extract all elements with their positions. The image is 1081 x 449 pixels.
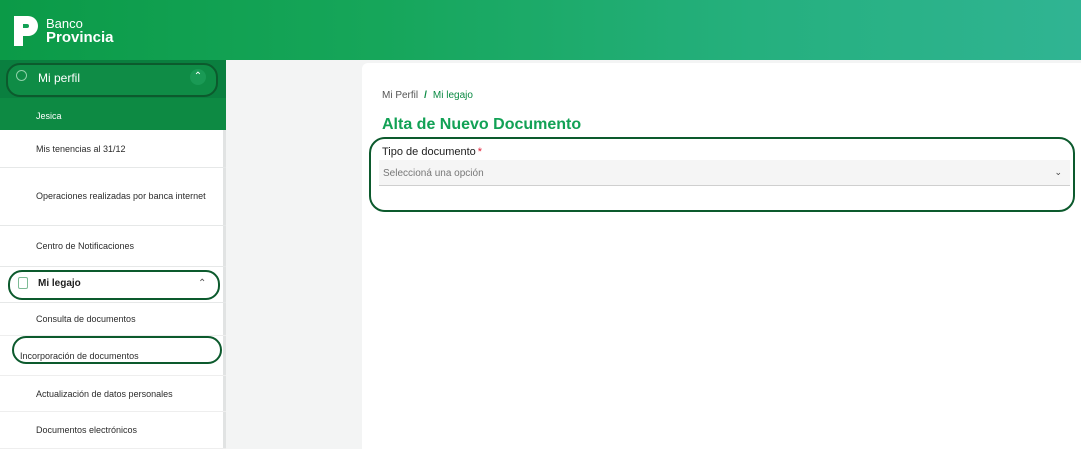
top-header: Banco Provincia xyxy=(0,0,1081,60)
sidebar-item-notificaciones[interactable]: Centro de Notificaciones xyxy=(0,226,226,267)
bank-logo-text: Banco Provincia xyxy=(46,17,114,46)
main-card: Mi Perfil / Mi legajo Alta de Nuevo Docume… xyxy=(362,63,1081,449)
page-title: Alta de Nuevo Documento xyxy=(382,116,582,133)
select-placeholder: Seleccioná una opción xyxy=(383,168,484,179)
bank-logo-icon xyxy=(14,16,38,46)
profile-icon xyxy=(16,70,27,81)
breadcrumb-current[interactable]: Mi legajo xyxy=(433,90,473,101)
breadcrumb-root[interactable]: Mi Perfil xyxy=(382,90,418,101)
brand-line2: Provincia xyxy=(46,29,114,46)
document-type-select[interactable]: Seleccioná una opción ⌄ xyxy=(379,160,1070,186)
sidebar: Mi perfil ⌃ Jesica Mis tenencias al 31/1… xyxy=(0,60,226,449)
sidebar-item-profile[interactable]: Mi perfil ⌃ xyxy=(0,60,226,98)
required-mark: * xyxy=(477,146,483,158)
sidebar-item-tenencias[interactable]: Mis tenencias al 31/12 xyxy=(0,130,226,168)
chevron-down-icon: ⌄ xyxy=(1054,167,1062,177)
sidebar-item-legajo-label: Mi legajo xyxy=(38,278,81,289)
sidebar-item-operaciones[interactable]: Operaciones realizadas por banca interne… xyxy=(0,168,226,226)
chevron-up-icon[interactable]: ⌃ xyxy=(198,278,206,289)
sidebar-item-user[interactable]: Jesica xyxy=(0,98,226,130)
sidebar-subitem-electronicos[interactable]: Documentos electrónicos xyxy=(0,412,226,449)
chevron-up-icon[interactable]: ⌃ xyxy=(190,69,206,85)
breadcrumb-separator: / xyxy=(424,90,427,101)
document-type-label: Tipo de documento * xyxy=(382,146,482,158)
breadcrumb: Mi Perfil / Mi legajo xyxy=(382,90,473,101)
sidebar-item-legajo[interactable]: Mi legajo ⌃ xyxy=(0,267,226,303)
bank-logo[interactable]: Banco Provincia xyxy=(12,14,114,48)
sidebar-subitem-incorporacion[interactable]: Incorporación de documentos xyxy=(0,336,226,376)
document-icon xyxy=(18,277,28,289)
sidebar-subitem-consulta[interactable]: Consulta de documentos xyxy=(0,303,226,336)
sidebar-item-profile-label: Mi perfil xyxy=(38,71,81,85)
document-type-label-text: Tipo de documento xyxy=(382,146,476,158)
sidebar-subitem-actualizacion[interactable]: Actualización de datos personales xyxy=(0,376,226,412)
